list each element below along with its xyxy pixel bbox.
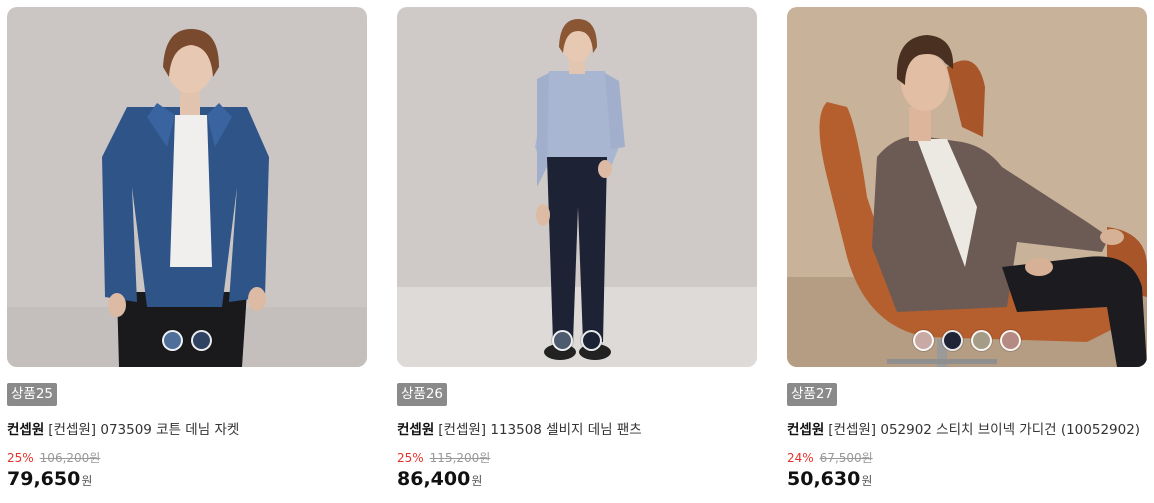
product-badge: 상품26 <box>397 383 448 406</box>
product-name: [컨셉원] 052902 스티치 브이넥 가디건 (10052902) <box>828 422 1141 438</box>
price-line: 25% 106,200원 <box>7 449 100 466</box>
sale-price-value: 79,650 <box>7 468 81 490</box>
product-image[interactable] <box>7 7 367 367</box>
product-card[interactable]: 상품25 컨셉원 [컨셉원] 073509 코튼 데님 자켓 25% 106,200… <box>7 7 367 490</box>
product-card[interactable]: 상품27 컨셉원 [컨셉원] 052902 스티치 브이넥 가디건 (100529… <box>787 7 1147 490</box>
color-swatch[interactable] <box>971 330 992 351</box>
color-swatches <box>787 330 1147 351</box>
color-swatch[interactable] <box>1000 330 1021 351</box>
sale-price-value: 86,400 <box>397 468 471 490</box>
color-swatches <box>397 330 757 351</box>
color-swatch[interactable] <box>162 330 183 351</box>
product-badge: 상품27 <box>787 383 838 406</box>
product-image[interactable] <box>397 7 757 367</box>
color-swatch[interactable] <box>913 330 934 351</box>
sale-price: 86,400원 <box>397 468 482 490</box>
currency-unit: 원 <box>81 474 93 488</box>
sale-price-value: 50,630 <box>787 468 861 490</box>
color-swatches <box>7 330 367 351</box>
price-line: 25% 115,200원 <box>397 449 490 466</box>
color-swatch[interactable] <box>552 330 573 351</box>
currency-unit: 원 <box>861 474 873 488</box>
product-badge: 상품25 <box>7 383 58 406</box>
product-title[interactable]: 컨셉원 [컨셉원] 113508 셀비지 데님 팬츠 <box>397 418 757 438</box>
brand-name: 컨셉원 <box>787 422 825 438</box>
discount-rate: 24% <box>787 451 814 465</box>
currency-unit: 원 <box>471 474 483 488</box>
product-title[interactable]: 컨셉원 [컨셉원] 073509 코튼 데님 자켓 <box>7 418 367 438</box>
discount-rate: 25% <box>7 451 34 465</box>
color-swatch[interactable] <box>581 330 602 351</box>
product-card[interactable]: 상품26 컨셉원 [컨셉원] 113508 셀비지 데님 팬츠 25% 115,20… <box>397 7 757 490</box>
original-price: 115,200원 <box>429 451 491 465</box>
brand-name: 컨셉원 <box>397 422 435 438</box>
original-price: 67,500원 <box>819 451 873 465</box>
sale-price: 79,650원 <box>7 468 92 490</box>
product-name: [컨셉원] 073509 코튼 데님 자켓 <box>48 422 240 438</box>
price-line: 24% 67,500원 <box>787 449 873 466</box>
color-swatch[interactable] <box>942 330 963 351</box>
product-name: [컨셉원] 113508 셀비지 데님 팬츠 <box>438 422 642 438</box>
product-image[interactable] <box>787 7 1147 367</box>
product-title[interactable]: 컨셉원 [컨셉원] 052902 스티치 브이넥 가디건 (10052902) <box>787 418 1147 438</box>
sale-price: 50,630원 <box>787 468 872 490</box>
color-swatch[interactable] <box>191 330 212 351</box>
discount-rate: 25% <box>397 451 424 465</box>
original-price: 106,200원 <box>39 451 101 465</box>
brand-name: 컨셉원 <box>7 422 45 438</box>
